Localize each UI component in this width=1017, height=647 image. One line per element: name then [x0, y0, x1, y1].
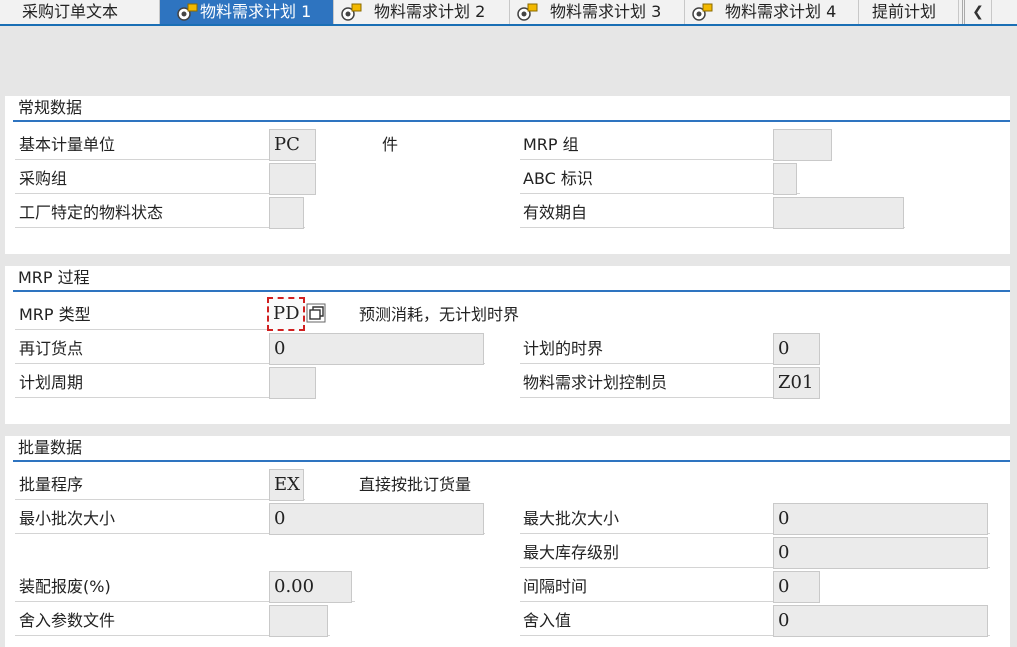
lot-procedure-label: 批量程序 — [19, 475, 84, 494]
interval-field[interactable]: 0 — [773, 571, 820, 603]
max-stock-field[interactable]: 0 — [773, 537, 988, 569]
mrp-controller-field[interactable]: Z01 — [773, 367, 820, 399]
general-data-panel: 常规数据 基本计量单位 PC 件 MRP 组 采购组 ABC 标识 工厂特定的物… — [5, 96, 1010, 254]
rounding-profile-label: 舍入参数文件 — [19, 611, 116, 630]
row-underline — [15, 499, 305, 500]
mrp-procedure-panel: MRP 过程 MRP 类型 PD 预测消耗，无计划时界 再订货点 0 计划的时界… — [5, 266, 1010, 424]
mrp-type-field[interactable]: PD — [267, 297, 305, 331]
planning-cycle-label: 计划周期 — [19, 373, 84, 392]
valid-from-label: 有效期自 — [523, 203, 588, 222]
time-fence-label: 计划的时界 — [523, 339, 604, 358]
base-uom-desc: 件 — [382, 135, 399, 154]
tab-po-text[interactable]: 采购订单文本 — [0, 0, 160, 24]
assembly-scrap-label: 装配报废(%) — [19, 577, 111, 596]
toolbar-spacer — [5, 60, 1010, 96]
tab-mrp4[interactable]: 物料需求计划 4 — [685, 0, 859, 24]
base-uom-field[interactable]: PC — [269, 129, 316, 161]
purch-group-field[interactable] — [269, 163, 316, 195]
valid-from-field[interactable] — [773, 197, 904, 229]
tab-label: 采购订单文本 — [22, 2, 119, 21]
rounding-value-label: 舍入值 — [523, 611, 572, 630]
min-lot-label: 最小批次大小 — [19, 509, 116, 528]
general-data-title: 常规数据 — [18, 98, 83, 117]
mrp-gear-icon — [177, 3, 198, 21]
tab-label: 物料需求计划 2 — [374, 2, 486, 21]
rounding-value-field[interactable]: 0 — [773, 605, 988, 637]
lot-procedure-field[interactable]: EX — [269, 469, 304, 501]
tab-label: 物料需求计划 4 — [725, 2, 837, 21]
reorder-point-field[interactable]: 0 — [269, 333, 484, 365]
base-uom-label: 基本计量单位 — [19, 135, 116, 154]
value-help-icon[interactable] — [306, 303, 326, 323]
mrp-procedure-title: MRP 过程 — [18, 268, 90, 287]
tab-mrp2[interactable]: 物料需求计划 2 — [334, 0, 510, 24]
panel-divider — [13, 460, 1010, 462]
scroll-left-icon[interactable]: ❮ — [962, 0, 991, 24]
mrp-gear-icon — [517, 3, 538, 21]
lot-size-panel: 批量数据 批量程序 EX 直接按批订货量 最小批次大小 0 最大批次大小 0 最… — [5, 436, 1010, 647]
max-lot-field[interactable]: 0 — [773, 503, 988, 535]
abc-indicator-label: ABC 标识 — [523, 169, 593, 188]
mrp-gear-icon — [692, 3, 713, 21]
panel-divider — [13, 120, 1010, 122]
assembly-scrap-field[interactable]: 0.00 — [269, 571, 352, 603]
time-fence-field[interactable]: 0 — [773, 333, 820, 365]
plant-status-label: 工厂特定的物料状态 — [19, 203, 164, 222]
mrp-type-desc: 预测消耗，无计划时界 — [359, 305, 520, 324]
rounding-profile-field[interactable] — [269, 605, 328, 637]
tab-label: 物料需求计划 3 — [550, 2, 662, 21]
row-underline — [15, 329, 305, 330]
max-lot-label: 最大批次大小 — [523, 509, 620, 528]
interval-label: 间隔时间 — [523, 577, 588, 596]
tab-bar: 采购订单文本 物料需求计划 1 物料需求计划 2 物料需求计划 3 物料需求计划… — [0, 0, 1017, 26]
tab-mrp1[interactable]: 物料需求计划 1 — [160, 0, 334, 24]
row-underline — [15, 227, 305, 228]
lot-procedure-desc: 直接按批订货量 — [359, 475, 472, 494]
tab-forecast[interactable]: 提前计划 — [859, 0, 959, 24]
mrp-group-field[interactable] — [773, 129, 832, 161]
mrp-gear-icon — [341, 3, 362, 21]
min-lot-field[interactable]: 0 — [269, 503, 484, 535]
row-underline — [520, 193, 800, 194]
tab-mrp3[interactable]: 物料需求计划 3 — [510, 0, 685, 24]
purch-group-label: 采购组 — [19, 169, 68, 188]
max-stock-label: 最大库存级别 — [523, 543, 620, 562]
tab-label: 物料需求计划 1 — [200, 2, 312, 21]
scroll-right-icon[interactable] — [991, 0, 1017, 24]
plant-status-field[interactable] — [269, 197, 304, 229]
reorder-point-label: 再订货点 — [19, 339, 84, 358]
planning-cycle-field[interactable] — [269, 367, 316, 399]
abc-indicator-field[interactable] — [773, 163, 797, 195]
mrp-group-label: MRP 组 — [523, 135, 579, 154]
tab-label: 提前计划 — [872, 2, 937, 21]
mrp-controller-label: 物料需求计划控制员 — [523, 373, 668, 392]
panel-divider — [13, 290, 1010, 292]
lot-size-title: 批量数据 — [18, 438, 83, 457]
mrp-type-label: MRP 类型 — [19, 305, 91, 324]
